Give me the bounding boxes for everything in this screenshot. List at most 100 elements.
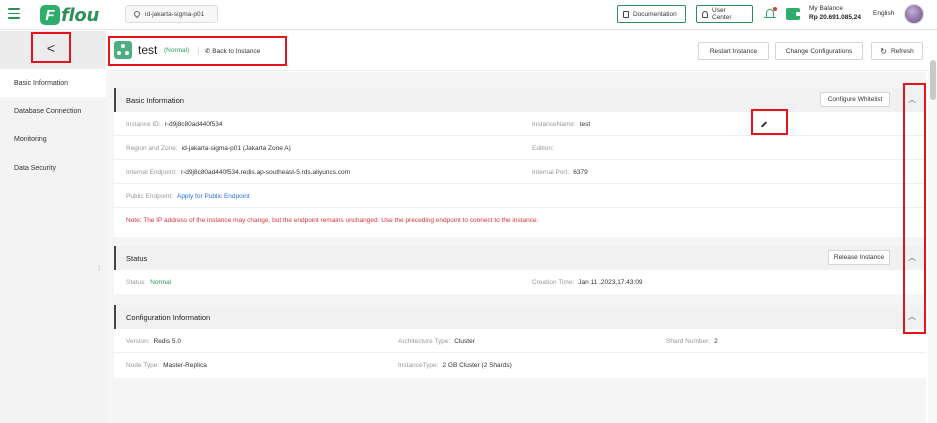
avatar[interactable]	[904, 4, 924, 24]
internal-port-value: 6379	[573, 168, 588, 176]
instance-status: (Normal)	[164, 47, 190, 54]
region-label: id-jakarta-sigma-p01	[145, 10, 205, 18]
scrollbar-track[interactable]	[928, 72, 937, 423]
status-label: Status:	[126, 278, 147, 286]
user-icon	[702, 10, 708, 18]
phone-icon: ✆	[205, 48, 211, 55]
configuration-header: Configuration Information	[114, 305, 926, 329]
sidebar-item-monitoring[interactable]: Monitoring	[0, 125, 106, 153]
instance-id-cell: Instance ID: r-d9j8c80ad440f534	[126, 112, 223, 136]
status-cell: Status: Normal	[126, 270, 171, 294]
version-value: Redis 5.0	[153, 337, 181, 345]
instance-name-cell: InstanceName: test	[532, 112, 590, 136]
version-label: Version:	[126, 337, 150, 345]
instance-name-label: InstanceName:	[532, 120, 576, 128]
basic-information-panel: Basic Information Configure Whitelist ︿ …	[114, 88, 926, 237]
top-bar: F flou id-jakarta-sigma-p01 Documentatio…	[0, 0, 937, 30]
documentation-button[interactable]: Documentation	[617, 5, 686, 23]
config-row: Node Type: Master-Replica InstanceType: …	[114, 353, 926, 377]
sidebar-item-basic-information[interactable]: Basic Information	[0, 69, 106, 97]
note-cell: Note: The IP address of the instance may…	[126, 208, 538, 232]
status-value: Normal	[150, 278, 172, 286]
edition-label: Edition:	[532, 144, 554, 152]
status-title: Status	[126, 253, 148, 263]
document-icon	[623, 10, 629, 18]
region-zone-label: Region and Zone:	[126, 144, 178, 152]
bell-icon[interactable]	[764, 7, 777, 21]
change-configurations-button[interactable]: Change Configurations	[775, 42, 863, 60]
configuration-panel: Configuration Information ︿ Version: Red…	[114, 305, 926, 378]
version-cell: Version: Redis 5.0	[126, 329, 181, 353]
node-type-cell: Node Type: Master-Replica	[126, 353, 207, 377]
region-selector[interactable]: id-jakarta-sigma-p01	[125, 5, 218, 23]
notification-dot	[773, 7, 777, 11]
refresh-button[interactable]: ↻ Refresh	[871, 42, 923, 60]
instance-type-cell: InstanceType: 2 GB Cluster (2 Shards)	[398, 353, 512, 377]
instance-name-value: test	[579, 120, 591, 128]
language-selector[interactable]: English	[873, 10, 894, 17]
main-content: Basic Information Configure Whitelist ︿ …	[106, 72, 926, 423]
configuration-title: Configuration Information	[126, 312, 211, 322]
internal-endpoint-label: Internal Endpoint:	[126, 168, 177, 176]
basic-information-title: Basic Information	[126, 95, 184, 105]
chevron-up-icon[interactable]: ︿	[908, 311, 916, 322]
info-row: Region and Zone: id-jakarta-sigma-p01 (J…	[114, 136, 926, 160]
edit-icon[interactable]	[761, 121, 768, 128]
user-center-label: User Center	[712, 7, 732, 21]
back-to-instance-label: Back to Instance	[212, 48, 261, 55]
balance-label: My Balance	[809, 5, 843, 12]
wallet-icon[interactable]	[786, 8, 801, 20]
endpoint-note: Note: The IP address of the instance may…	[126, 216, 539, 224]
user-center-button[interactable]: User Center	[696, 5, 753, 23]
info-row: Instance ID: r-d9j8c80ad440f534 Instance…	[114, 112, 926, 136]
node-type-label: Node Type:	[126, 361, 160, 369]
info-row: Public Endpoint: Apply for Public Endpoi…	[114, 184, 926, 208]
instance-id-value: r-d9j8c80ad440f534	[164, 120, 223, 128]
creation-time-value: Jan 11 ,2023,17:43:09	[578, 278, 643, 286]
chevron-left-icon[interactable]: <	[33, 33, 69, 63]
restart-instance-button[interactable]: Restart Instance	[698, 42, 769, 60]
instance-title: test	[138, 43, 158, 57]
chevron-up-icon[interactable]: ︿	[908, 94, 916, 105]
region-zone-value: id-jakarta-sigma-p01 (Jakarta Zone A)	[181, 144, 291, 152]
menu-icon[interactable]	[8, 8, 20, 20]
collapse-handle-icon[interactable]: ⁞	[98, 266, 100, 273]
shard-number-label: Shard Number:	[666, 337, 711, 345]
location-pin-icon	[132, 9, 142, 19]
shard-number-value: 2	[714, 337, 718, 345]
back-to-instance-link[interactable]: ✆ Back to Instance	[198, 47, 260, 55]
apply-public-endpoint-link[interactable]: Apply for Public Endpoint	[177, 193, 250, 200]
internal-endpoint-value[interactable]: r-d9j8c80ad440f534.redis.ap-southeast-5.…	[181, 169, 350, 176]
redis-instance-icon	[114, 41, 132, 59]
status-header: Status	[114, 246, 926, 270]
sidebar: < Basic Information Database Connection …	[0, 31, 106, 423]
logo-text: flou	[61, 4, 99, 26]
instance-id-label: Instance ID:	[126, 120, 161, 128]
instance-type-label: InstanceType:	[398, 361, 439, 369]
release-instance-button[interactable]: Release Instance	[828, 250, 890, 265]
edition-cell: Edition:	[532, 136, 558, 160]
balance-amount: Rp 20.691.085,24	[809, 14, 862, 21]
internal-port-label: Internal Port:	[532, 168, 570, 176]
configure-whitelist-button[interactable]: Configure Whitelist	[820, 92, 890, 107]
config-row: Version: Redis 5.0 Architecture Type: Cl…	[114, 329, 926, 353]
basic-information-header: Basic Information	[114, 88, 926, 112]
logo[interactable]: F flou	[40, 4, 99, 26]
refresh-icon: ↻	[880, 46, 887, 56]
public-endpoint-label: Public Endpoint:	[126, 192, 173, 200]
status-panel: Status Release Instance ︿ Status: Normal…	[114, 246, 926, 294]
architecture-label: Architecture Type:	[398, 337, 451, 345]
public-endpoint-cell: Public Endpoint: Apply for Public Endpoi…	[126, 184, 250, 208]
creation-time-cell: Creation Time: Jan 11 ,2023,17:43:09	[532, 270, 643, 294]
region-zone-cell: Region and Zone: id-jakarta-sigma-p01 (J…	[126, 136, 291, 160]
balance[interactable]: My Balance Rp 20.691.085,24	[809, 4, 861, 22]
sidebar-item-data-security[interactable]: Data Security	[0, 154, 106, 182]
sidebar-item-database-connection[interactable]: Database Connection	[0, 97, 106, 125]
sidebar-back-area: <	[0, 31, 106, 69]
refresh-label: Refresh	[890, 47, 914, 55]
instance-header: test (Normal) ✆ Back to Instance Restart…	[106, 31, 937, 71]
shard-number-cell: Shard Number: 2	[666, 329, 718, 353]
architecture-cell: Architecture Type: Cluster	[398, 329, 475, 353]
scrollbar-thumb[interactable]	[930, 60, 936, 100]
chevron-up-icon[interactable]: ︿	[908, 252, 916, 263]
